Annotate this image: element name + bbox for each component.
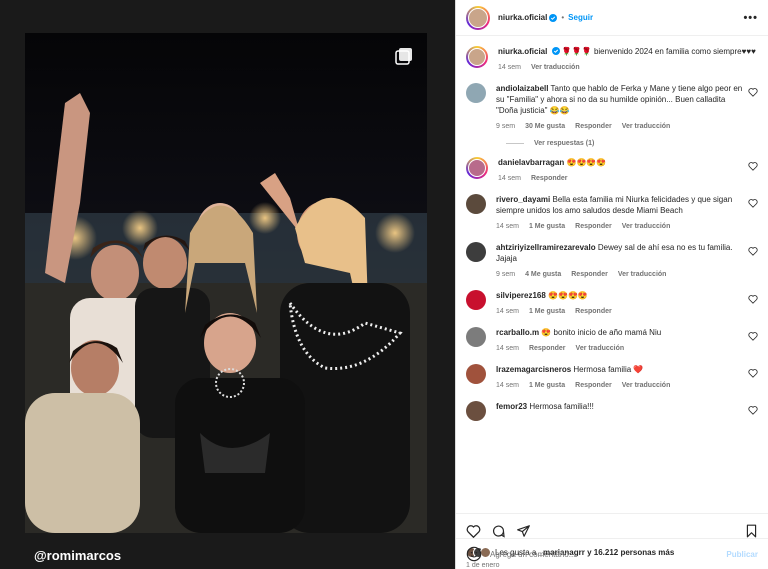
author-username[interactable]: niurka.oficial [498, 13, 547, 22]
commenter-avatar[interactable] [466, 290, 486, 310]
caption-avatar[interactable] [466, 46, 488, 68]
post-details-panel: niurka.oficial • Seguir ••• niurka.ofici… [455, 0, 768, 569]
photo-credit-watermark: @romimarcos [34, 548, 122, 563]
comment-likes-count[interactable]: 1 Me gusta [529, 221, 565, 232]
comment-item: rcarballo.m 😍 bonito inicio de año mamá … [466, 327, 758, 354]
reply-button[interactable]: Responder [575, 221, 612, 232]
comment-likes-count[interactable]: 1 Me gusta [529, 380, 565, 391]
reply-button[interactable]: Responder [575, 380, 612, 391]
comment-likes-count[interactable]: 1 Me gusta [529, 306, 565, 317]
caption-time: 14 sem [498, 64, 521, 71]
comment-like-heart-icon[interactable] [748, 198, 758, 208]
comment-likes-count[interactable]: 4 Me gusta [525, 269, 561, 280]
reply-button[interactable]: Responder [575, 121, 612, 132]
comment-like-heart-icon[interactable] [748, 161, 758, 171]
emoji-icon[interactable] [466, 546, 482, 562]
commenter-avatar[interactable] [466, 157, 488, 179]
translate-button[interactable]: Ver traducción [622, 380, 671, 391]
bookmark-icon[interactable] [745, 524, 758, 538]
comment-text: 😍😍😍😍 [548, 291, 588, 300]
carousel-icon [395, 48, 412, 65]
verified-icon [551, 47, 560, 55]
comment-text: Hermosa familia ❤️ [573, 365, 644, 374]
commenter-avatar[interactable] [466, 364, 486, 384]
commenter-avatar[interactable] [466, 401, 486, 421]
view-replies-label: Ver respuestas (1) [534, 140, 595, 147]
post-caption: niurka.oficial 🌹🌹🌹 bienvenido 2024 en fa… [466, 46, 758, 73]
comment-time: 9 sem [496, 123, 516, 130]
comment-item: lrazemagarcisneros Hermosa familia ❤️ 14 … [466, 364, 758, 391]
caption-emoji: 🌹🌹🌹 [561, 47, 592, 56]
comment-text: 😍😍😍😍 [566, 158, 607, 167]
commenter-username[interactable]: ahtziriyizellramirezarevalo [496, 243, 596, 252]
caption-username[interactable]: niurka.oficial [498, 47, 547, 56]
post-header: niurka.oficial • Seguir ••• [456, 0, 768, 36]
reply-button[interactable]: Responder [529, 343, 566, 354]
comment-time: 14 sem [496, 308, 519, 315]
reply-button[interactable]: Responder [531, 173, 568, 184]
comment-icon[interactable] [491, 524, 506, 538]
like-heart-icon[interactable] [466, 524, 481, 538]
commenter-username[interactable]: andiolaizabell [496, 84, 548, 93]
translate-button[interactable]: Ver traducción [622, 221, 671, 232]
comment-like-heart-icon[interactable] [748, 331, 758, 341]
post-photo [25, 33, 427, 533]
share-icon[interactable] [516, 524, 531, 538]
follow-button[interactable]: Seguir [568, 13, 593, 22]
comment-time: 14 sem [496, 382, 519, 389]
translate-button[interactable]: Ver traducción [622, 121, 671, 132]
caption-text: bienvenido 2024 en familia como siempre♥… [593, 47, 756, 56]
translate-button[interactable]: Ver traducción [618, 269, 667, 280]
comment-text: 😍 bonito inicio de año mamá Niu [541, 328, 662, 337]
replies-divider [506, 143, 524, 144]
comment-like-heart-icon[interactable] [748, 87, 758, 97]
comment-item: andiolaizabell Tanto que hablo de Ferka … [466, 83, 758, 132]
commenter-avatar[interactable] [466, 194, 486, 214]
more-options-icon[interactable]: ••• [743, 12, 758, 24]
commenter-username[interactable]: danielavbarragan [498, 158, 564, 167]
comment-like-heart-icon[interactable] [748, 294, 758, 304]
caption-translate-button[interactable]: Ver traducción [531, 62, 580, 73]
add-comment-input[interactable] [490, 549, 727, 559]
commenter-username[interactable]: rivero_dayami [496, 195, 550, 204]
comment-time: 9 sem [496, 271, 516, 278]
commenter-avatar[interactable] [466, 83, 486, 103]
add-comment-bar: Publicar [456, 538, 768, 569]
comment-like-heart-icon[interactable] [748, 405, 758, 415]
publish-comment-button[interactable]: Publicar [726, 550, 758, 559]
comment-item: rivero_dayami Bella esta familia mi Niur… [466, 194, 758, 232]
comment-time: 14 sem [496, 345, 519, 352]
verified-icon [549, 13, 558, 22]
commenter-username[interactable]: rcarballo.m [496, 328, 539, 337]
author-avatar[interactable] [466, 5, 490, 30]
commenter-username[interactable]: silviperez168 [496, 291, 546, 300]
comment-text: Hermosa familia!!! [529, 402, 594, 411]
translate-button[interactable]: Ver traducción [576, 343, 625, 354]
comment-likes-count[interactable]: 30 Me gusta [525, 121, 565, 132]
comment-like-heart-icon[interactable] [748, 246, 758, 256]
comment-item: femor23 Hermosa familia!!! [466, 401, 758, 421]
comment-time: 14 sem [498, 175, 521, 182]
post-media[interactable]: @romimarcos [0, 0, 455, 569]
commenter-avatar[interactable] [466, 327, 486, 347]
party-photo [25, 33, 427, 533]
comment-time: 14 sem [496, 223, 519, 230]
comment-item: ahtziriyizellramirezarevalo Dewey sal de… [466, 242, 758, 280]
view-replies-button[interactable]: Ver respuestas (1) [506, 140, 758, 147]
commenter-username[interactable]: lrazemagarcisneros [496, 365, 571, 374]
separator-dot: • [561, 13, 565, 22]
commenter-avatar[interactable] [466, 242, 486, 262]
reply-button[interactable]: Responder [571, 269, 608, 280]
comment-item: danielavbarragan 😍😍😍😍 14 sem Responder [466, 157, 758, 184]
reply-button[interactable]: Responder [575, 306, 612, 317]
comments-list[interactable]: niurka.oficial 🌹🌹🌹 bienvenido 2024 en fa… [456, 36, 768, 513]
comment-like-heart-icon[interactable] [748, 368, 758, 378]
commenter-username[interactable]: femor23 [496, 402, 527, 411]
comment-item: silviperez168 😍😍😍😍 14 sem 1 Me gusta Respon… [466, 290, 758, 317]
